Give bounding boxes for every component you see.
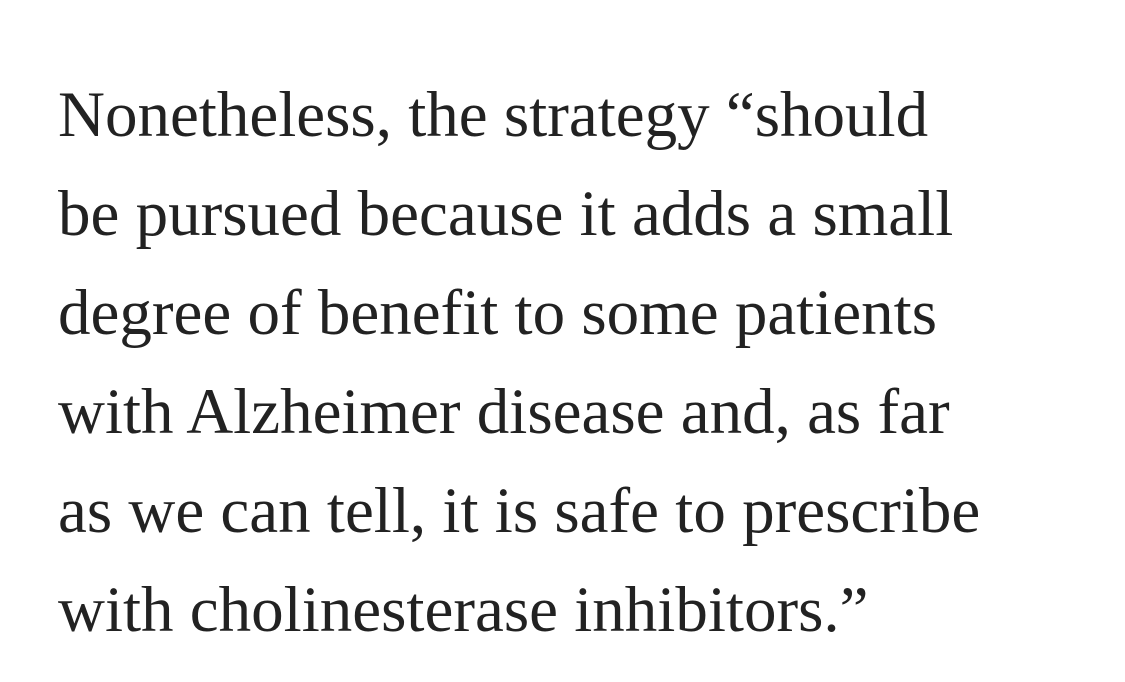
paragraph-line-2: be pursued because it adds a small — [58, 178, 954, 250]
paragraph-line-6: with cholinesterase inhibitors.” — [58, 574, 869, 646]
article-body: Nonetheless, the strategy “should be pur… — [58, 66, 1098, 660]
paragraph-line-5: as we can tell, it is safe to prescribe — [58, 475, 981, 547]
quote-paragraph: Nonetheless, the strategy “should be pur… — [58, 66, 1098, 660]
paragraph-line-1: Nonetheless, the strategy “should — [58, 79, 929, 151]
paragraph-line-3: degree of benefit to some patients — [58, 277, 937, 349]
paragraph-line-4: with Alzheimer disease and, as far — [58, 376, 950, 448]
